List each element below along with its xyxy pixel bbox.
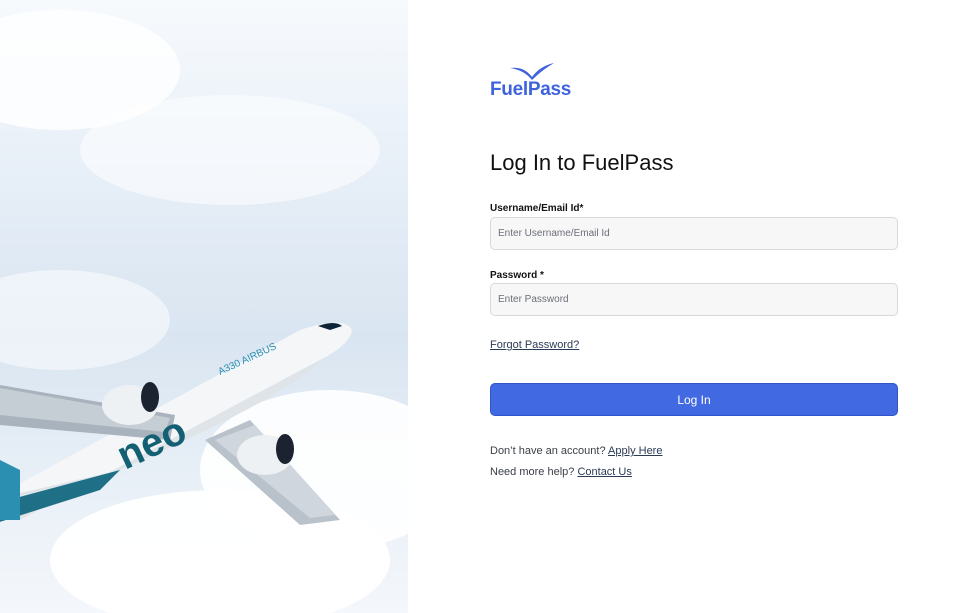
apply-row: Don’t have an account? Apply Here: [490, 445, 662, 457]
apply-prompt: Don’t have an account?: [490, 445, 606, 457]
page-title: Log In to FuelPass: [490, 150, 674, 175]
airplane-illustration: neo A330 AIRBUS: [0, 10, 408, 613]
brand-logo-icon: [510, 63, 554, 80]
contact-us-link[interactable]: Contact Us: [577, 466, 631, 478]
password-input[interactable]: [490, 283, 898, 316]
contact-row: Need more help? Contact Us: [490, 466, 632, 478]
brand-logo: FuelPass: [490, 79, 572, 100]
password-label: Password *: [490, 270, 544, 281]
apply-here-link[interactable]: Apply Here: [608, 445, 662, 457]
help-prompt: Need more help?: [490, 466, 575, 478]
forgot-password-link[interactable]: Forgot Password?: [490, 339, 579, 351]
login-panel: FuelPass Log In to FuelPass Username/Ema…: [490, 0, 900, 613]
username-input[interactable]: [490, 217, 898, 250]
username-label: Username/Email Id*: [490, 203, 584, 214]
hero-image: neo A330 AIRBUS: [0, 0, 408, 613]
login-button[interactable]: Log In: [490, 383, 898, 416]
